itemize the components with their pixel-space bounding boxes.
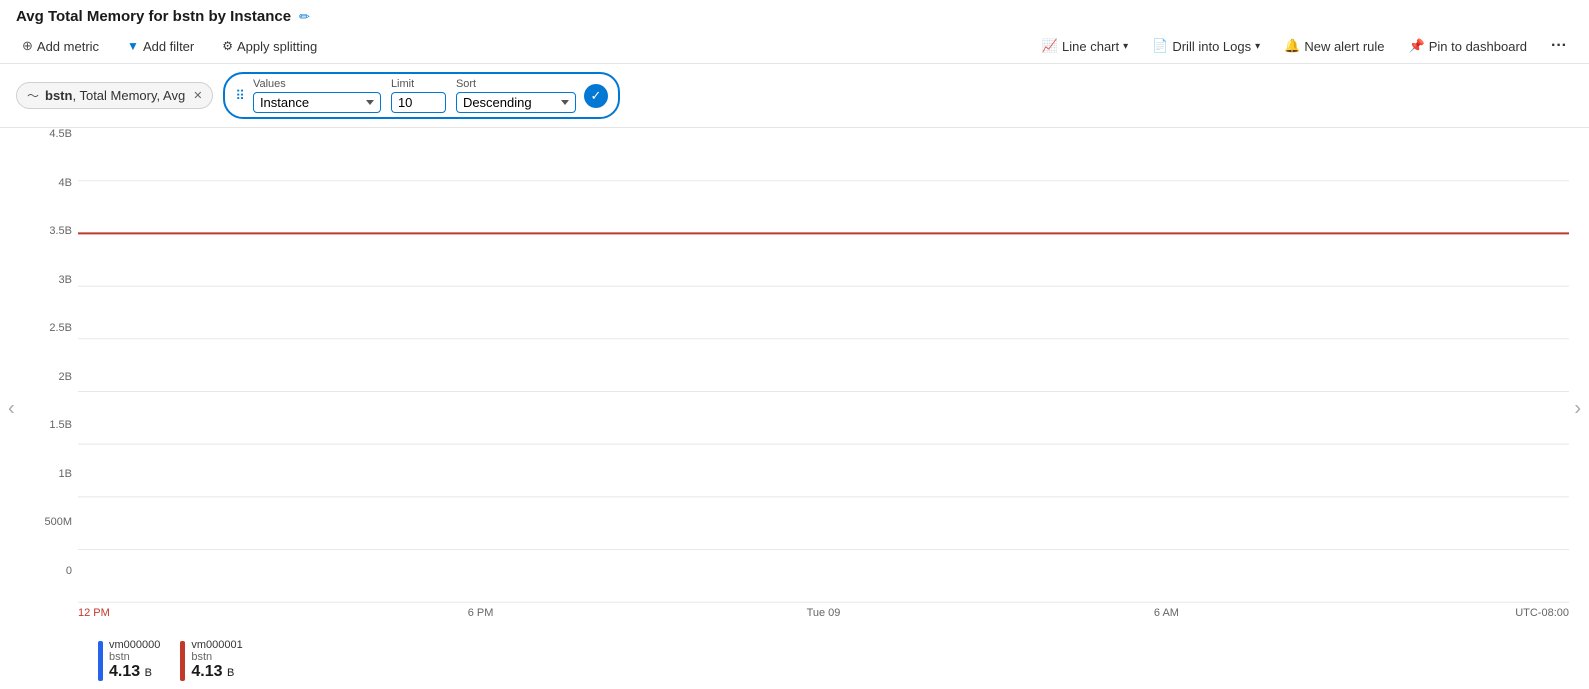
x-label-6am: 6 AM	[1154, 607, 1179, 619]
page-title: Avg Total Memory for bstn by Instance	[16, 8, 291, 25]
pin-dashboard-button[interactable]: 📌 Pin to dashboard	[1403, 35, 1533, 57]
limit-label: Limit	[391, 78, 446, 90]
add-metric-button[interactable]: ⊕ Add metric	[16, 35, 105, 57]
metric-wave-icon: 〜	[27, 87, 39, 104]
edit-icon[interactable]: ✏	[299, 9, 310, 25]
values-field: Values Instance Resource Group Subscript…	[253, 78, 381, 113]
apply-splitting-button[interactable]: ⚙ Apply splitting	[216, 36, 323, 57]
legend-text-0: vm000000 bstn 4.13 B	[109, 639, 160, 681]
pin-icon: 📌	[1409, 38, 1425, 54]
line-chart-chevron-icon: ▾	[1123, 41, 1128, 52]
legend-item-1: vm000001 bstn 4.13 B	[180, 639, 242, 681]
sort-select[interactable]: Descending Ascending	[456, 92, 576, 113]
legend-vm-0: vm000000	[109, 639, 160, 651]
values-label: Values	[253, 78, 381, 90]
splitting-grip-icon: ⠿	[235, 88, 245, 104]
drill-logs-button[interactable]: 📄 Drill into Logs ▾	[1146, 35, 1266, 57]
x-label-utc: UTC-08:00	[1515, 607, 1569, 619]
toolbar-left: ⊕ Add metric ▼ Add filter ⚙ Apply splitt…	[16, 35, 323, 57]
drill-logs-chevron-icon: ▾	[1255, 41, 1260, 52]
chart-plot	[78, 128, 1569, 607]
values-select[interactable]: Instance Resource Group Subscription	[253, 92, 381, 113]
confirm-splitting-button[interactable]: ✓	[584, 84, 608, 108]
chart-container: ‹ › 4.5B 4B 3.5B 3B 2.5B 2B 1.5B 1B 500M…	[0, 128, 1589, 689]
chart-inner: 4.5B 4B 3.5B 3B 2.5B 2B 1.5B 1B 500M 0	[20, 128, 1569, 689]
new-alert-button[interactable]: 🔔 New alert rule	[1278, 35, 1390, 57]
legend-value-0: 4.13 B	[109, 663, 160, 681]
alert-icon: 🔔	[1284, 38, 1300, 54]
legend-bstn-0: bstn	[109, 651, 160, 663]
y-label-0: 0	[66, 565, 72, 577]
toolbar-right: 📈 Line chart ▾ 📄 Drill into Logs ▾ 🔔 New…	[1036, 35, 1573, 57]
y-label-4-5b: 4.5B	[49, 128, 72, 140]
sort-label: Sort	[456, 78, 576, 90]
limit-field: Limit	[391, 78, 446, 113]
y-axis: 4.5B 4B 3.5B 3B 2.5B 2B 1.5B 1B 500M 0	[20, 128, 78, 577]
x-label-6pm: 6 PM	[468, 607, 494, 619]
legend: vm000000 bstn 4.13 B vm000001 bstn 4.13 …	[20, 631, 1569, 689]
x-label-12pm: 12 PM	[78, 607, 110, 619]
filter-row: 〜 bstn, Total Memory, Avg ✕ ⠿ Values Ins…	[0, 64, 1589, 128]
more-options-button[interactable]: ···	[1545, 35, 1573, 57]
y-label-1b: 1B	[59, 468, 72, 480]
pin-dashboard-label: Pin to dashboard	[1429, 39, 1527, 54]
nav-arrow-left[interactable]: ‹	[0, 389, 23, 428]
sort-field: Sort Descending Ascending	[456, 78, 576, 113]
y-label-2-5b: 2.5B	[49, 322, 72, 334]
y-label-500m: 500M	[44, 516, 72, 528]
x-label-tue09: Tue 09	[807, 607, 841, 619]
legend-item-0: vm000000 bstn 4.13 B	[98, 639, 160, 681]
legend-bar-0	[98, 641, 103, 681]
y-label-1-5b: 1.5B	[49, 419, 72, 431]
drill-logs-label: Drill into Logs	[1172, 39, 1251, 54]
add-metric-icon: ⊕	[22, 38, 33, 54]
toolbar: ⊕ Add metric ▼ Add filter ⚙ Apply splitt…	[0, 29, 1589, 64]
new-alert-label: New alert rule	[1304, 39, 1384, 54]
metric-pill: 〜 bstn, Total Memory, Avg ✕	[16, 82, 213, 109]
nav-arrow-right[interactable]: ›	[1566, 389, 1589, 428]
legend-value-1: 4.13 B	[191, 663, 242, 681]
page-wrapper: Avg Total Memory for bstn by Instance ✏ …	[0, 0, 1589, 689]
legend-text-1: vm000001 bstn 4.13 B	[191, 639, 242, 681]
filter-icon: ▼	[127, 39, 139, 53]
y-label-3b: 3B	[59, 274, 72, 286]
y-label-4b: 4B	[59, 177, 72, 189]
y-label-2b: 2B	[59, 371, 72, 383]
splitting-box: ⠿ Values Instance Resource Group Subscri…	[223, 72, 620, 119]
metric-pill-text: bstn, Total Memory, Avg	[45, 88, 185, 103]
x-axis: 12 PM 6 PM Tue 09 6 AM UTC-08:00	[78, 607, 1569, 631]
line-chart-button[interactable]: 📈 Line chart ▾	[1036, 35, 1134, 57]
apply-splitting-label: Apply splitting	[237, 39, 317, 54]
legend-unit-0: B	[145, 667, 152, 679]
legend-bar-1	[180, 641, 185, 681]
limit-input[interactable]	[391, 92, 446, 113]
y-label-3-5b: 3.5B	[49, 225, 72, 237]
splitting-icon: ⚙	[222, 39, 233, 53]
line-chart-label: Line chart	[1062, 39, 1119, 54]
legend-bstn-1: bstn	[191, 651, 242, 663]
legend-unit-1: B	[227, 667, 234, 679]
add-filter-button[interactable]: ▼ Add filter	[121, 36, 200, 57]
line-chart-icon: 📈	[1042, 38, 1058, 54]
legend-vm-1: vm000001	[191, 639, 242, 651]
header: Avg Total Memory for bstn by Instance ✏	[0, 0, 1589, 29]
add-metric-label: Add metric	[37, 39, 99, 54]
metric-pill-close[interactable]: ✕	[193, 89, 202, 102]
drill-logs-icon: 📄	[1152, 38, 1168, 54]
chart-area: 4.5B 4B 3.5B 3B 2.5B 2B 1.5B 1B 500M 0	[20, 128, 1569, 607]
add-filter-label: Add filter	[143, 39, 194, 54]
chart-svg	[78, 128, 1569, 607]
